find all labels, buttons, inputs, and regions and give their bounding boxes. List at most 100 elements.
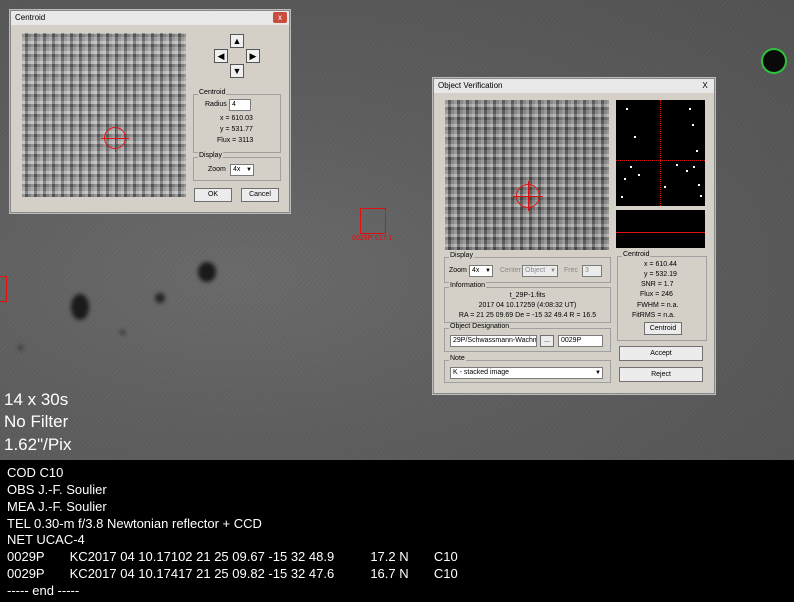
plot-star	[624, 178, 626, 180]
centroid-group: Centroid Radius 4 x = 610.03 y = 531.77 …	[193, 89, 281, 153]
ok-button[interactable]: OK	[194, 188, 232, 202]
verification-titlebar[interactable]: Object Verification X	[434, 79, 714, 93]
plot-star	[693, 166, 695, 168]
centroid-y: y = 531.77	[220, 126, 253, 133]
accept-button[interactable]: Accept	[619, 346, 703, 361]
zoom-label: Zoom	[208, 166, 226, 173]
plot-star	[626, 108, 628, 110]
center-select[interactable]: Object ▼	[522, 265, 558, 277]
frec-input[interactable]: 3	[582, 265, 602, 277]
target-label: 0029P V17.1	[352, 235, 393, 242]
star	[120, 330, 125, 335]
display-group: Display Zoom 4x ▼	[193, 152, 281, 181]
report-line: TEL 0.30-m f/3.8 Newtonian reflector + C…	[7, 516, 262, 531]
plot-star	[689, 108, 691, 110]
bright-star	[763, 50, 785, 72]
report-line: 0029P KC2017 04 10.17102 21 25 09.67 -15…	[7, 549, 458, 564]
window-title: Object Verification	[438, 81, 503, 90]
browse-button[interactable]: ...	[540, 335, 554, 347]
object-verification-window[interactable]: Object Verification X Display Zoom 4x ▼	[433, 78, 715, 394]
note-select[interactable]: K - stacked image ▼	[450, 367, 603, 379]
report-line: OBS J.-F. Soulier	[7, 482, 107, 497]
centroid-x: x = 610.44	[644, 261, 677, 268]
scale-text: 1.62"/Pix	[4, 435, 72, 454]
group-label: Object Designation	[449, 323, 511, 330]
close-button[interactable]: x	[273, 12, 287, 23]
display-group: Display Zoom 4x ▼ Center Object ▼ Frec 3	[444, 252, 611, 283]
close-button[interactable]: X	[698, 80, 712, 91]
group-label: Display	[198, 152, 223, 159]
light-curve-plot	[616, 210, 705, 248]
star	[18, 345, 23, 350]
note-value: K - stacked image	[453, 369, 510, 376]
verification-image[interactable]	[445, 100, 609, 250]
plot-star	[676, 164, 678, 166]
plot-star	[698, 184, 700, 186]
center-label: Center	[500, 267, 522, 274]
move-left-button[interactable]: ◀	[214, 49, 228, 63]
window-title: Centroid	[15, 13, 46, 22]
exposure-text: 14 x 30s	[4, 390, 69, 409]
report-line: COD C10	[7, 465, 64, 480]
report-line: 0029P KC2017 04 10.17417 21 25 09.82 -15…	[7, 566, 458, 581]
frec-label: Frec	[564, 267, 578, 274]
plot-star	[664, 186, 666, 188]
plot-star	[686, 170, 688, 172]
centroid-window[interactable]: Centroid x ▲ ◀ ▶ ▼ Centroid Radius 4 x =…	[10, 10, 290, 213]
plot-star	[634, 136, 636, 138]
group-label: Centroid	[198, 89, 227, 96]
centroid-fwhm: FWHM = n.a.	[637, 302, 679, 309]
centroid-image[interactable]	[22, 33, 186, 197]
plot-star	[700, 195, 702, 197]
information-group: Information t_29P-1.fits 2017 04 10.1725…	[444, 282, 611, 323]
designation-group: Object Designation 29P/Schwassmann-Wachm…	[444, 323, 611, 352]
plot-star	[630, 166, 632, 168]
centroid-x: x = 610.03	[220, 115, 253, 122]
group-label: Display	[449, 252, 474, 259]
centroid-titlebar[interactable]: Centroid x	[11, 11, 289, 25]
centroid-snr: SNR = 1.7	[641, 281, 674, 288]
chevron-down-icon: ▼	[246, 167, 252, 173]
zoom-select[interactable]: 4x ▼	[230, 164, 254, 176]
centroid-y: y = 532.19	[644, 271, 677, 278]
report-line: NET UCAC-4	[7, 532, 85, 547]
report-line: MEA J.-F. Soulier	[7, 499, 107, 514]
move-up-button[interactable]: ▲	[230, 34, 244, 48]
chevron-down-icon: ▼	[595, 370, 601, 376]
group-label: Centroid	[622, 251, 651, 258]
target-box	[360, 208, 386, 234]
verification-centroid-group: Centroid x = 610.44 y = 532.19 SNR = 1.7…	[617, 251, 707, 341]
plot-star	[696, 150, 698, 152]
star	[71, 294, 89, 320]
reject-button[interactable]: Reject	[619, 367, 703, 382]
info-date: 2017 04 10.17259 (4:08:32 UT)	[478, 302, 577, 309]
designation-code-field[interactable]: 0029P	[558, 335, 603, 347]
star-field-plot	[616, 100, 705, 206]
zoom-value: 4x	[472, 267, 480, 274]
move-down-button[interactable]: ▼	[230, 64, 244, 78]
designation-name-field[interactable]: 29P/Schwassmann-Wachm	[450, 335, 537, 347]
centroid-button[interactable]: Centroid	[644, 322, 682, 335]
zoom-label: Zoom	[449, 267, 467, 274]
cancel-button[interactable]: Cancel	[241, 188, 279, 202]
zoom-value: 4x	[233, 166, 241, 173]
plot-crosshair-horizontal	[616, 160, 705, 161]
move-right-button[interactable]: ▶	[246, 49, 260, 63]
mpc-report: COD C10 OBS J.-F. Soulier MEA J.-F. Soul…	[0, 460, 794, 602]
report-line: ----- end -----	[7, 583, 80, 598]
centroid-flux: Flux = 246	[640, 291, 673, 298]
star	[198, 262, 216, 282]
note-group: Note K - stacked image ▼	[444, 355, 611, 383]
chevron-down-icon: ▼	[485, 268, 491, 274]
group-label: Note	[449, 355, 466, 362]
radius-label: Radius	[205, 101, 227, 108]
center-value: Object	[525, 267, 546, 274]
centroid-fitrms: FitRMS = n.a.	[632, 312, 675, 319]
chevron-down-icon: ▼	[550, 268, 556, 274]
radius-input[interactable]: 4	[229, 99, 251, 111]
zoom-select[interactable]: 4x ▼	[469, 265, 493, 277]
edge-marker	[0, 276, 7, 302]
info-file: t_29P-1.fits	[509, 292, 546, 299]
star	[155, 293, 165, 303]
group-label: Information	[449, 282, 487, 289]
